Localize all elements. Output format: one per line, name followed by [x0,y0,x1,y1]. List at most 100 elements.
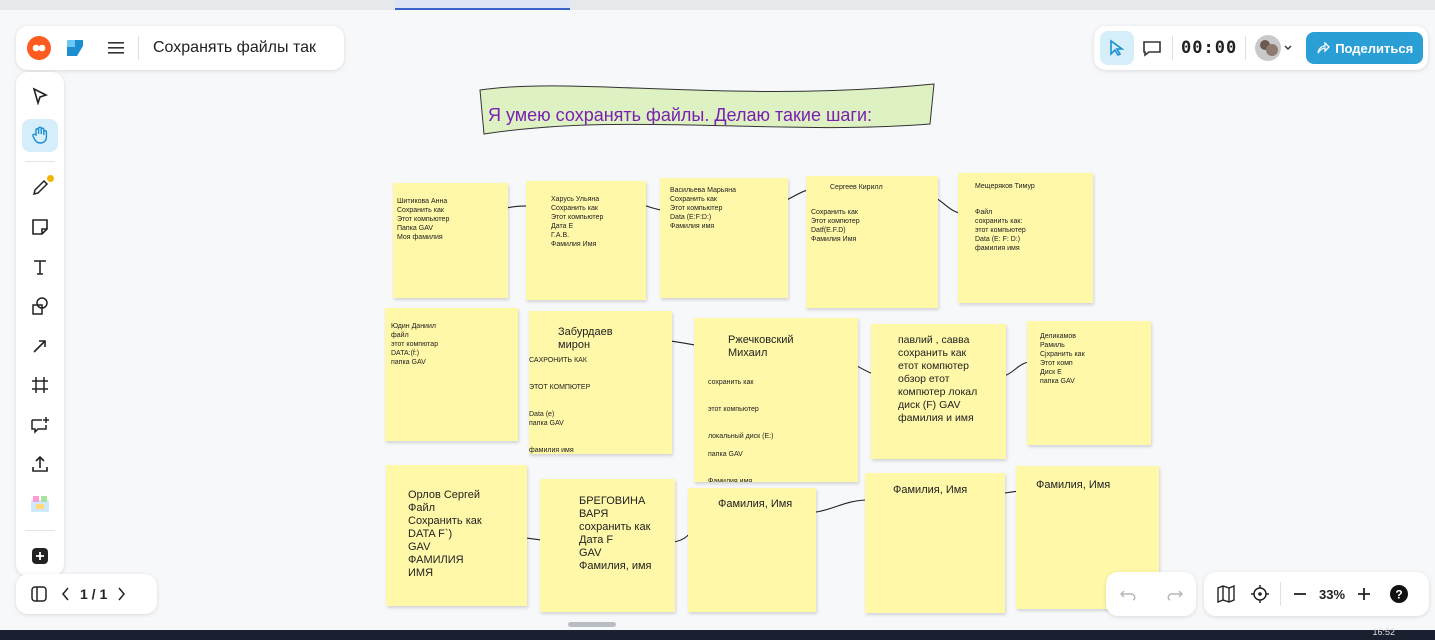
hand-tool[interactable] [22,118,58,153]
divider [1280,582,1281,606]
upload-tool[interactable] [22,448,58,482]
sticky-note[interactable]: Орлов Сергей Файл Сохранить как DATA F`)… [386,465,527,606]
user-avatar[interactable] [1254,34,1282,62]
app-logo-icon[interactable] [26,35,52,61]
sticky-text: БРЕГОВИНА ВАРЯ сохранить как Дата F GAV … [579,495,652,572]
undo-icon[interactable] [1119,587,1139,601]
sticky-text: Фамилия, Имя [1036,479,1111,491]
sticky-note[interactable]: БРЕГОВИНА ВАРЯ сохранить как Дата F GAV … [540,479,675,612]
presentation-cursor-icon[interactable] [1100,31,1134,65]
sticky-text: Файл сохранить как: этот компьютер Data … [975,209,1026,252]
sticky-text: Деликамов Рамиль Сjхранить как Этот комп… [1040,333,1085,385]
divider [138,36,139,60]
page-navigator: 1 / 1 [16,574,157,614]
sticky-note-tool[interactable] [22,210,58,244]
sticky-text: Фамилия, Имя [893,484,968,496]
sticky-note[interactable]: Деликамов Рамиль Сjхранить как Этот комп… [1027,321,1151,445]
redo-icon[interactable] [1164,587,1184,601]
board-title[interactable]: Сохранять файлы так [153,39,316,57]
frame-tool[interactable] [22,369,58,403]
top-right-toolbar: 00:00 Поделиться [1094,26,1428,70]
active-browser-tab[interactable] [395,0,570,10]
sticky-note[interactable]: Васильева Марьяна Сохранить как Этот ком… [660,178,788,298]
shapes-icon [32,297,48,316]
sticky-note[interactable]: Сергеев Кирилл Сохранить как Этот компют… [806,176,938,308]
map-icon[interactable] [1216,585,1236,603]
arrow-icon [33,339,46,353]
chevron-right-icon[interactable] [117,587,126,601]
sticky-text: САХРОНИТЬ КАК ЭТОТ КОМПЮТЕР Data (e) пап… [529,357,591,454]
sticky-text: сохранить как этот компьютер локальный д… [708,379,774,482]
chevron-down-icon[interactable] [1284,45,1292,51]
sticky-note[interactable]: павлий , савва сохранить как етот компют… [871,324,1006,459]
menu-icon[interactable] [108,41,124,55]
os-taskbar: 16:52 [0,627,1435,640]
sticky-text: Забурдаев мирон [558,326,613,351]
sticky-text: Юдин Даниил файл этот компютар DATA:(f:)… [391,323,439,366]
cursor-icon [32,87,49,105]
upload-icon [32,456,48,473]
comment-icon[interactable] [1142,39,1162,57]
sticky-text: Шитикова Анна Сохранить как Этот компьют… [397,198,450,241]
divider [1172,36,1173,60]
whiteboard-canvas[interactable]: Я умею сохранять файлы. Делаю такие шаги… [0,10,1435,630]
locate-icon[interactable] [1250,584,1270,604]
text-tool[interactable] [22,250,58,284]
page-indicator: 1 / 1 [80,586,108,602]
share-arrow-icon [1317,41,1331,54]
hand-icon [32,126,48,144]
timer[interactable]: 00:00 [1181,38,1237,58]
sticky-text: Ржечковский Михаил [728,334,794,359]
help-icon[interactable]: ? [1389,584,1409,604]
sticky-note[interactable]: Забурдаев мирон САХРОНИТЬ КАК ЭТОТ КОМПЮ… [529,311,672,454]
undo-redo-group [1106,572,1196,616]
divider [1245,36,1247,60]
more-tools[interactable] [22,540,58,574]
sticky-note[interactable]: Юдин Даниил файл этот компютар DATA:(f:)… [385,308,518,441]
sticky-note[interactable]: Мещеряков Тимур Файл сохранить как: этот… [958,173,1093,303]
sticky-text: павлий , савва сохранить как етот компют… [898,334,978,424]
divider [25,161,55,162]
zoom-in-icon[interactable] [1357,587,1371,601]
sticky-text: Васильева Марьяна Сохранить как Этот ком… [670,187,736,230]
zoom-controls: 33% ? [1204,572,1429,616]
svg-text:?: ? [1395,588,1402,602]
sticky-text: Орлов Сергей Файл Сохранить как DATA F`)… [408,489,482,579]
sticky-note[interactable]: Фамилия, Имя [688,488,816,612]
sticky-text: Мещеряков Тимур [975,183,1035,190]
color-dot-icon [47,174,54,182]
share-button[interactable]: Поделиться [1306,32,1424,64]
comment-plus-icon [31,416,49,434]
banner-text: Я умею сохранять файлы. Делаю такие шаги… [488,105,873,125]
frame-icon [32,377,48,394]
sticky-text: Фамилия, Имя [718,498,793,510]
board-icon[interactable] [64,37,86,59]
taskbar-clock: 16:52 [1372,627,1395,637]
left-toolbar [16,72,64,576]
zoom-level[interactable]: 33% [1319,587,1345,602]
sticky-note[interactable]: Фамилия, Имя [865,473,1005,613]
sticky-note[interactable]: Харусь Ульяна Сохранить как Этот компьют… [526,181,646,300]
sidebar-panel-icon[interactable] [30,585,48,603]
templates-tool[interactable] [22,487,58,521]
pen-tool[interactable] [22,171,58,205]
board-header: Сохранять файлы так [16,26,344,70]
divider [25,529,55,531]
chevron-left-icon[interactable] [62,587,70,601]
horizontal-scrollbar[interactable] [568,622,616,627]
sticky-note-icon [32,219,48,236]
share-button-label: Поделиться [1335,40,1414,56]
select-tool[interactable] [22,79,58,113]
templates-icon [31,495,49,512]
sticky-note[interactable]: Ржечковский Михаил сохранить как этот ко… [694,318,858,482]
sticky-text: Сергеев Кирилл [830,184,883,191]
connector-tool[interactable] [22,329,58,363]
plus-square-icon [32,548,48,565]
text-icon [34,259,46,275]
sticky-text: Сохранить как Этот компютер Datf(E.F.D) … [811,209,860,243]
sticky-note[interactable]: Шитикова Анна Сохранить как Этот компьют… [393,183,508,298]
shapes-tool[interactable] [22,290,58,324]
comment-add-tool[interactable] [22,408,58,442]
browser-tab-strip [0,0,1435,10]
zoom-out-icon[interactable] [1293,587,1307,601]
